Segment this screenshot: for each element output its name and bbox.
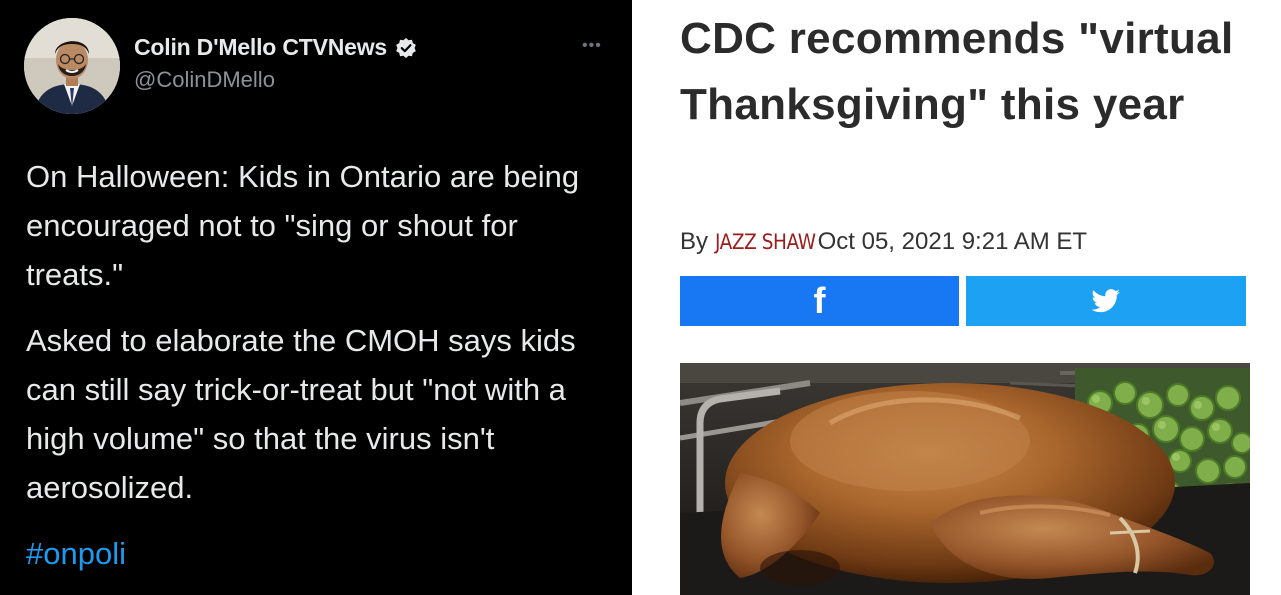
publish-date: Oct 05, 2021 9:21 AM ET [817, 228, 1088, 255]
share-buttons: f [680, 276, 1246, 326]
more-options-icon[interactable]: ••• [582, 38, 602, 54]
tweet-text: On Halloween: Kids in Ontario are being … [26, 152, 616, 595]
twitter-bird-icon [1091, 289, 1120, 313]
byline: By JAZZ SHAW Oct 05, 2021 9:21 AM ET [680, 228, 1087, 256]
panel-divider [632, 0, 640, 595]
tweet-paragraph-2: Asked to elaborate the CMOH says kids ca… [26, 323, 576, 505]
facebook-icon: f [813, 280, 826, 321]
tweet-author: Colin D'Mello CTVNews @ColinDMello [134, 34, 417, 93]
avatar[interactable] [24, 18, 120, 114]
byline-author-link[interactable]: JAZZ SHAW [715, 230, 816, 254]
byline-prefix: By [680, 228, 709, 255]
facebook-share-button[interactable]: f [680, 276, 959, 326]
tweet-card: Colin D'Mello CTVNews @ColinDMello ••• O… [0, 0, 632, 595]
hashtag-link[interactable]: #onpoli [26, 536, 126, 571]
roast-turkey-photo [680, 363, 1250, 595]
article-headline[interactable]: CDC recommends "virtual Thanksgiving" th… [680, 6, 1260, 138]
twitter-share-button[interactable] [966, 276, 1246, 326]
tweet-hashtag-line: #onpoli [26, 529, 616, 578]
avatar-photo [24, 18, 120, 114]
author-name[interactable]: Colin D'Mello CTVNews [134, 34, 387, 61]
author-row: Colin D'Mello CTVNews [134, 34, 417, 61]
article-card: CDC recommends "virtual Thanksgiving" th… [640, 0, 1281, 595]
author-handle[interactable]: @ColinDMello [134, 67, 417, 93]
verified-badge-icon [395, 37, 417, 59]
tweet-paragraph-1: On Halloween: Kids in Ontario are being … [26, 159, 580, 292]
